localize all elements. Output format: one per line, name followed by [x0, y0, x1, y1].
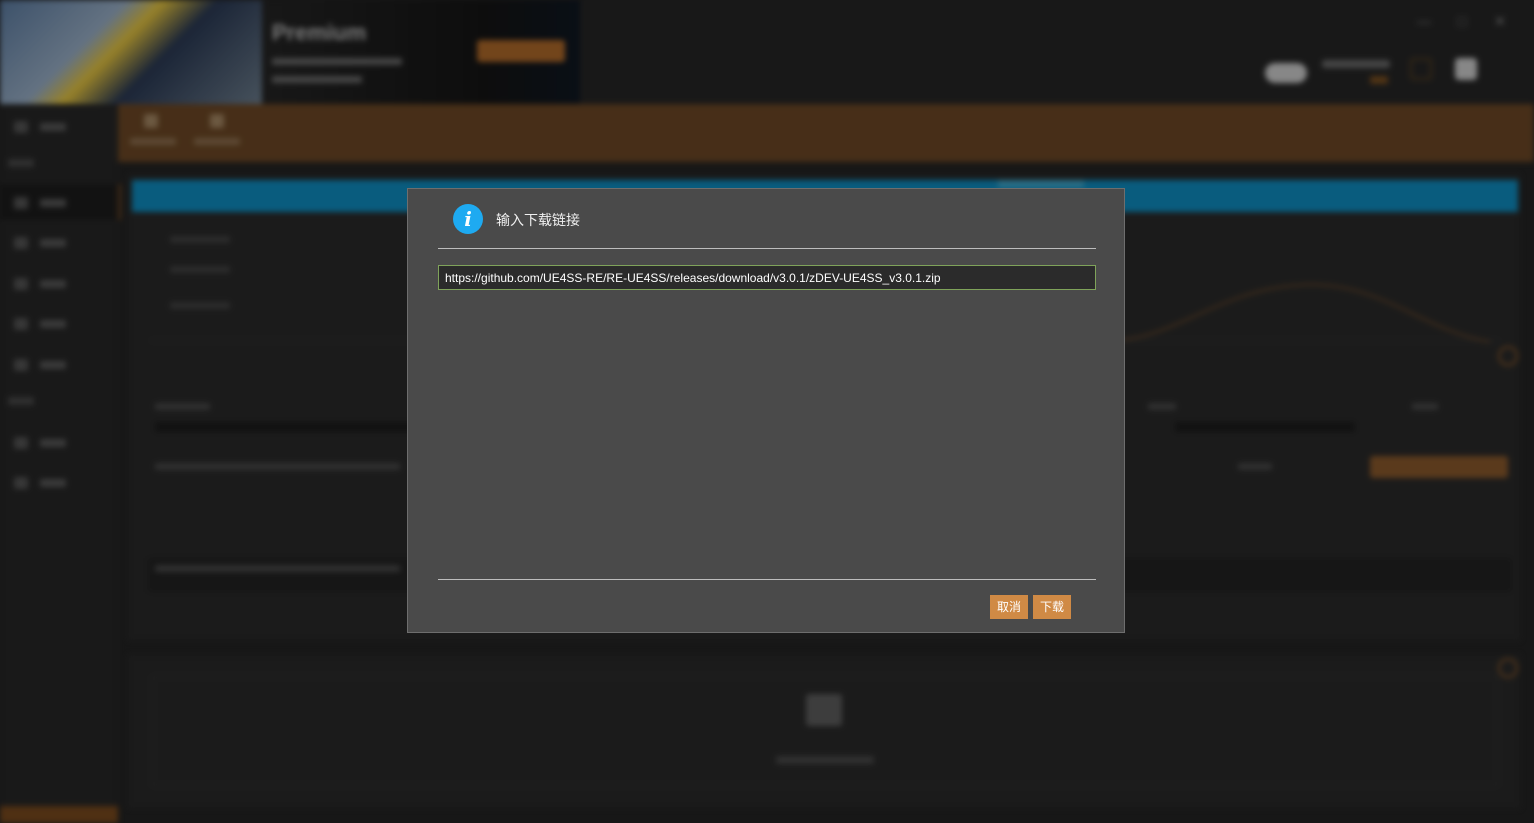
app-window: Premium — □ ✕ i 输入下载链接 https://github.co… [0, 0, 1534, 823]
info-icon: i [453, 204, 483, 234]
download-link-dialog: i 输入下载链接 取消 下载 [407, 188, 1125, 633]
download-url-input[interactable] [438, 265, 1096, 290]
footer-divider [438, 579, 1096, 580]
dialog-title: 输入下载链接 [496, 212, 580, 228]
download-button[interactable]: 下载 [1033, 595, 1071, 619]
header-divider [438, 248, 1096, 249]
cancel-button[interactable]: 取消 [990, 595, 1028, 619]
